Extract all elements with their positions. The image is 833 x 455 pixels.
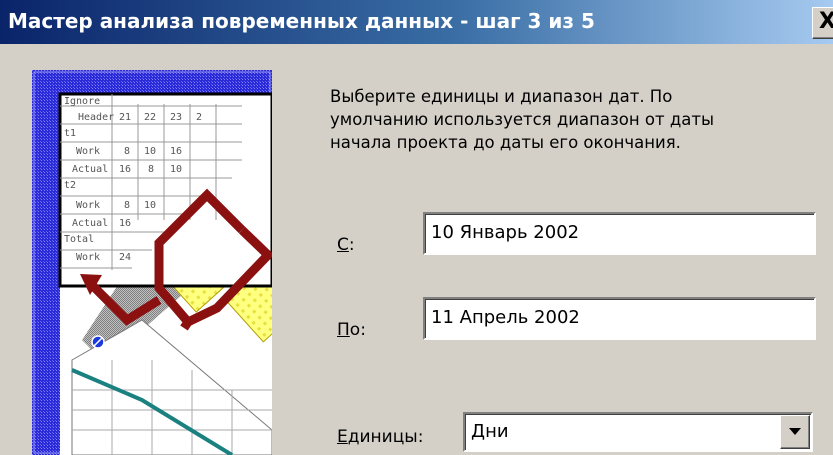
to-label: По: <box>337 320 366 340</box>
to-label-rest: о: <box>349 320 366 340</box>
svg-text:t1: t1 <box>64 128 76 139</box>
to-label-accel: П <box>337 320 350 340</box>
units-label-accel: Е <box>337 427 348 447</box>
svg-text:24: 24 <box>119 252 131 263</box>
svg-text:Header: Header <box>78 112 114 123</box>
svg-text:22: 22 <box>144 112 156 123</box>
sheet-table: Ignore Header 21 22 23 2 t1 Work 8 10 16 Actual… <box>58 92 272 288</box>
close-button[interactable]: X <box>812 7 833 39</box>
svg-text:10: 10 <box>170 164 182 175</box>
svg-text:t2: t2 <box>64 180 76 191</box>
svg-text:16: 16 <box>119 218 131 229</box>
svg-text:8: 8 <box>124 146 130 157</box>
from-label-accel: С <box>337 235 349 255</box>
svg-text:8: 8 <box>148 164 154 175</box>
svg-text:16: 16 <box>119 164 131 175</box>
from-label-rest: : <box>348 235 355 255</box>
svg-text:16: 16 <box>170 146 182 157</box>
units-dropdown[interactable]: Дни <box>463 412 813 452</box>
units-value: Дни <box>471 421 509 442</box>
instructions-line-3: начала проекта до даты его окончания. <box>330 133 681 152</box>
to-date-value: 11 Апрель 2002 <box>431 307 580 328</box>
instructions-line-2: умолчанию используется диапазон от даты <box>330 110 715 129</box>
svg-text:21: 21 <box>119 112 131 123</box>
from-date-value: 10 Январь 2002 <box>431 222 580 243</box>
units-dropdown-button[interactable] <box>780 415 810 449</box>
svg-text:Work: Work <box>76 146 100 157</box>
instructions-line-1: Выберите единицы и диапазон дат. По <box>330 87 673 106</box>
svg-text:Actual: Actual <box>72 164 108 175</box>
close-icon: X <box>819 9 833 34</box>
svg-text:2: 2 <box>196 112 202 123</box>
svg-text:10: 10 <box>144 200 156 211</box>
svg-text:8: 8 <box>124 200 130 211</box>
instructions-text: Выберите единицы и диапазон дат. По умол… <box>330 85 800 154</box>
svg-text:Actual: Actual <box>72 218 108 229</box>
svg-text:Work: Work <box>76 252 100 263</box>
svg-text:Ignore: Ignore <box>64 96 100 107</box>
svg-text:10: 10 <box>144 146 156 157</box>
svg-text:23: 23 <box>170 112 182 123</box>
from-label: С: <box>337 235 355 255</box>
svg-text:Total: Total <box>64 234 94 245</box>
chevron-down-icon <box>789 428 801 435</box>
title-bar: Мастер анализа повременных данных - шаг … <box>0 0 833 44</box>
svg-text:Work: Work <box>76 200 100 211</box>
units-label-rest: диницы: <box>347 427 424 447</box>
window-title: Мастер анализа повременных данных - шаг … <box>8 9 595 33</box>
from-date-field[interactable]: 10 Январь 2002 <box>423 212 816 255</box>
units-label: Единицы: <box>337 427 423 447</box>
to-date-field[interactable]: 11 Апрель 2002 <box>423 297 816 340</box>
wizard-illustration: Ignore Header 21 22 23 2 t1 Work 8 10 16 Actual… <box>32 70 272 455</box>
